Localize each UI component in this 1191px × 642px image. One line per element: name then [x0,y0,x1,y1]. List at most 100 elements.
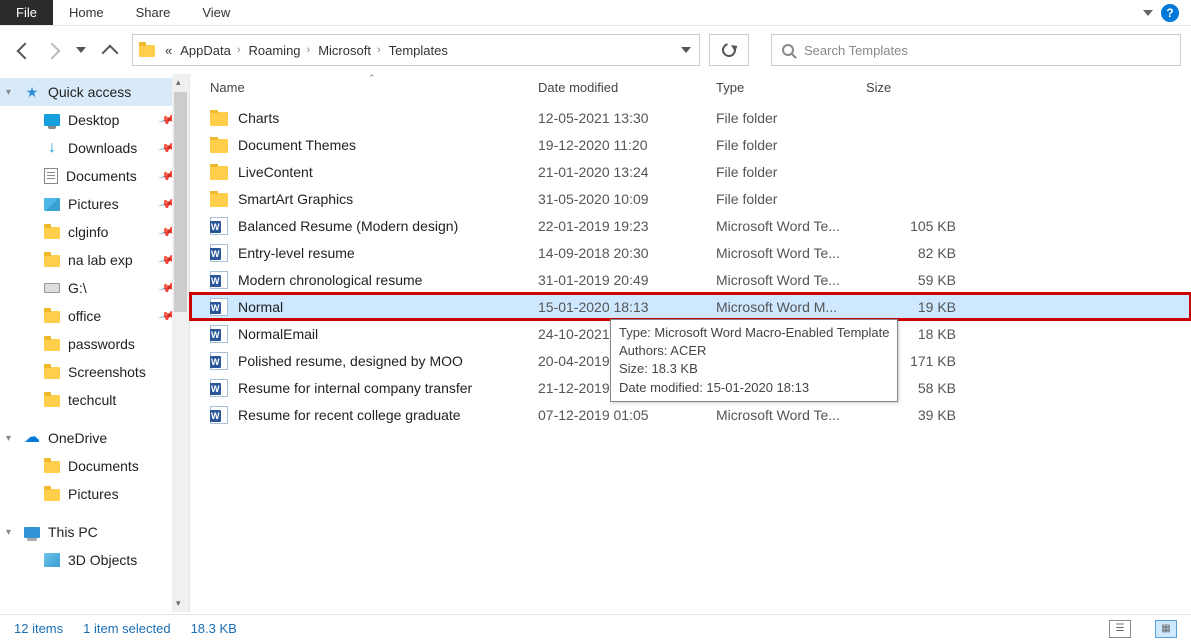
search-icon [782,44,794,56]
sidebar-item[interactable]: office📌 [0,302,189,330]
sidebar-item[interactable]: passwords [0,330,189,358]
chevron-down-icon[interactable]: ▾ [6,527,11,538]
file-type: Microsoft Word Te... [716,407,866,423]
forward-button[interactable] [46,43,60,57]
history-dropdown-icon[interactable] [76,47,86,53]
file-name: SmartArt Graphics [238,191,353,207]
file-row[interactable]: Entry-level resume 14-09-2018 20:30 Micr… [190,239,1191,266]
column-type[interactable]: Type [716,80,866,95]
search-placeholder: Search Templates [804,43,908,58]
tooltip-date: Date modified: 15-01-2020 18:13 [619,379,889,397]
file-row[interactable]: Charts 12-05-2021 13:30 File folder [190,104,1191,131]
ribbon-tab-home[interactable]: Home [53,0,120,25]
file-row[interactable]: Document Themes 19-12-2020 11:20 File fo… [190,131,1191,158]
sidebar-item-label: Pictures [68,196,119,212]
address-dropdown-icon[interactable] [671,35,699,65]
file-name: Polished resume, designed by MOO [238,353,463,369]
refresh-button[interactable] [709,34,749,66]
sidebar-item[interactable]: Screenshots [0,358,189,386]
sidebar-item[interactable]: Documents [0,452,189,480]
sidebar-item-label: office [68,308,101,324]
up-button[interactable] [102,43,116,57]
back-button[interactable] [16,43,30,57]
file-type: Microsoft Word Te... [716,272,866,288]
pic-icon [44,198,60,211]
tooltip-type: Type: Microsoft Word Macro-Enabled Templ… [619,324,889,342]
folder-icon [44,461,60,473]
scroll-up-arrow-icon[interactable]: ▴ [176,77,181,88]
file-type: Microsoft Word Te... [716,218,866,234]
view-large-icons-button[interactable]: ▦ [1155,620,1177,638]
sidebar-item[interactable]: G:\📌 [0,274,189,302]
status-item-count: 12 items [14,621,63,636]
obj3d-icon [44,553,60,567]
file-type: File folder [716,110,866,126]
column-date[interactable]: Date modified [538,80,716,95]
sidebar-item[interactable]: 3D Objects [0,546,189,574]
sidebar-thispc-label: This PC [48,524,98,540]
word-icon [210,217,228,235]
sidebar-item[interactable]: Pictures📌 [0,190,189,218]
sidebar-item-label: G:\ [68,280,87,296]
file-row[interactable]: LiveContent 21-01-2020 13:24 File folder [190,158,1191,185]
file-row[interactable]: SmartArt Graphics 31-05-2020 10:09 File … [190,185,1191,212]
pc-icon [24,527,40,538]
file-size: 59 KB [866,272,966,288]
address-bar[interactable]: « AppData › Roaming › Microsoft › Templa… [132,34,700,66]
nav-row: « AppData › Roaming › Microsoft › Templa… [0,26,1191,74]
file-date: 31-05-2020 10:09 [538,191,716,207]
sidebar-scrollbar[interactable]: ▴ ▾ [172,74,189,612]
scroll-thumb[interactable] [174,92,187,312]
column-size[interactable]: Size [866,80,966,95]
drive-icon [44,283,60,293]
file-date: 31-01-2019 20:49 [538,272,716,288]
ribbon-tabs: File Home Share View ? [0,0,1191,26]
search-box[interactable]: Search Templates [771,34,1181,66]
ribbon-expand-icon[interactable] [1143,10,1153,16]
monitor-icon [44,114,60,126]
sidebar-quick-access-label: Quick access [48,84,131,100]
file-name: LiveContent [238,164,313,180]
folder-icon [44,367,60,379]
chevron-down-icon[interactable]: ▾ [6,433,11,444]
scroll-down-arrow-icon[interactable]: ▾ [176,598,181,609]
sidebar-item[interactable]: na lab exp📌 [0,246,189,274]
sidebar-item[interactable]: Downloads📌 [0,134,189,162]
sidebar-item[interactable]: Pictures [0,480,189,508]
sidebar-quick-access[interactable]: ▾ ★ Quick access [0,78,189,106]
sidebar-item-label: Screenshots [68,364,146,380]
sidebar-item[interactable]: Documents📌 [0,162,189,190]
ribbon-tab-share[interactable]: Share [120,0,187,25]
file-row[interactable]: Normal 15-01-2020 18:13 Microsoft Word M… [190,293,1191,320]
sidebar-onedrive[interactable]: ▾ OneDrive [0,424,189,452]
star-icon: ★ [24,84,40,100]
sidebar-item[interactable]: Desktop📌 [0,106,189,134]
folder-icon [210,166,228,180]
sidebar-item-label: passwords [68,336,135,352]
sidebar-item-label: Desktop [68,112,119,128]
ribbon-tab-file[interactable]: File [0,0,53,25]
status-bar: 12 items 1 item selected 18.3 KB ☰ ▦ [0,614,1191,642]
sidebar-onedrive-label: OneDrive [48,430,107,446]
file-row[interactable]: Balanced Resume (Modern design) 22-01-20… [190,212,1191,239]
breadcrumb-roaming[interactable]: Roaming › [245,43,315,58]
breadcrumb-appdata[interactable]: AppData › [176,43,244,58]
file-name: Resume for internal company transfer [238,380,472,396]
breadcrumb-microsoft[interactable]: Microsoft › [314,43,384,58]
file-date: 22-01-2019 19:23 [538,218,716,234]
file-row[interactable]: Modern chronological resume 31-01-2019 2… [190,266,1191,293]
file-size: 39 KB [866,407,966,423]
sidebar-item[interactable]: techcult [0,386,189,414]
ribbon-tab-view[interactable]: View [186,0,246,25]
breadcrumb-templates[interactable]: Templates [385,43,452,58]
help-icon[interactable]: ? [1161,4,1179,22]
status-size: 18.3 KB [191,621,237,636]
file-name: Modern chronological resume [238,272,422,288]
breadcrumb-prefix[interactable]: « [161,43,176,58]
sidebar-item-label: Documents [66,168,137,184]
chevron-down-icon[interactable]: ▾ [6,87,11,98]
sidebar-item[interactable]: clginfo📌 [0,218,189,246]
view-details-button[interactable]: ☰ [1109,620,1131,638]
file-row[interactable]: Resume for recent college graduate 07-12… [190,401,1191,428]
sidebar-this-pc[interactable]: ▾ This PC [0,518,189,546]
